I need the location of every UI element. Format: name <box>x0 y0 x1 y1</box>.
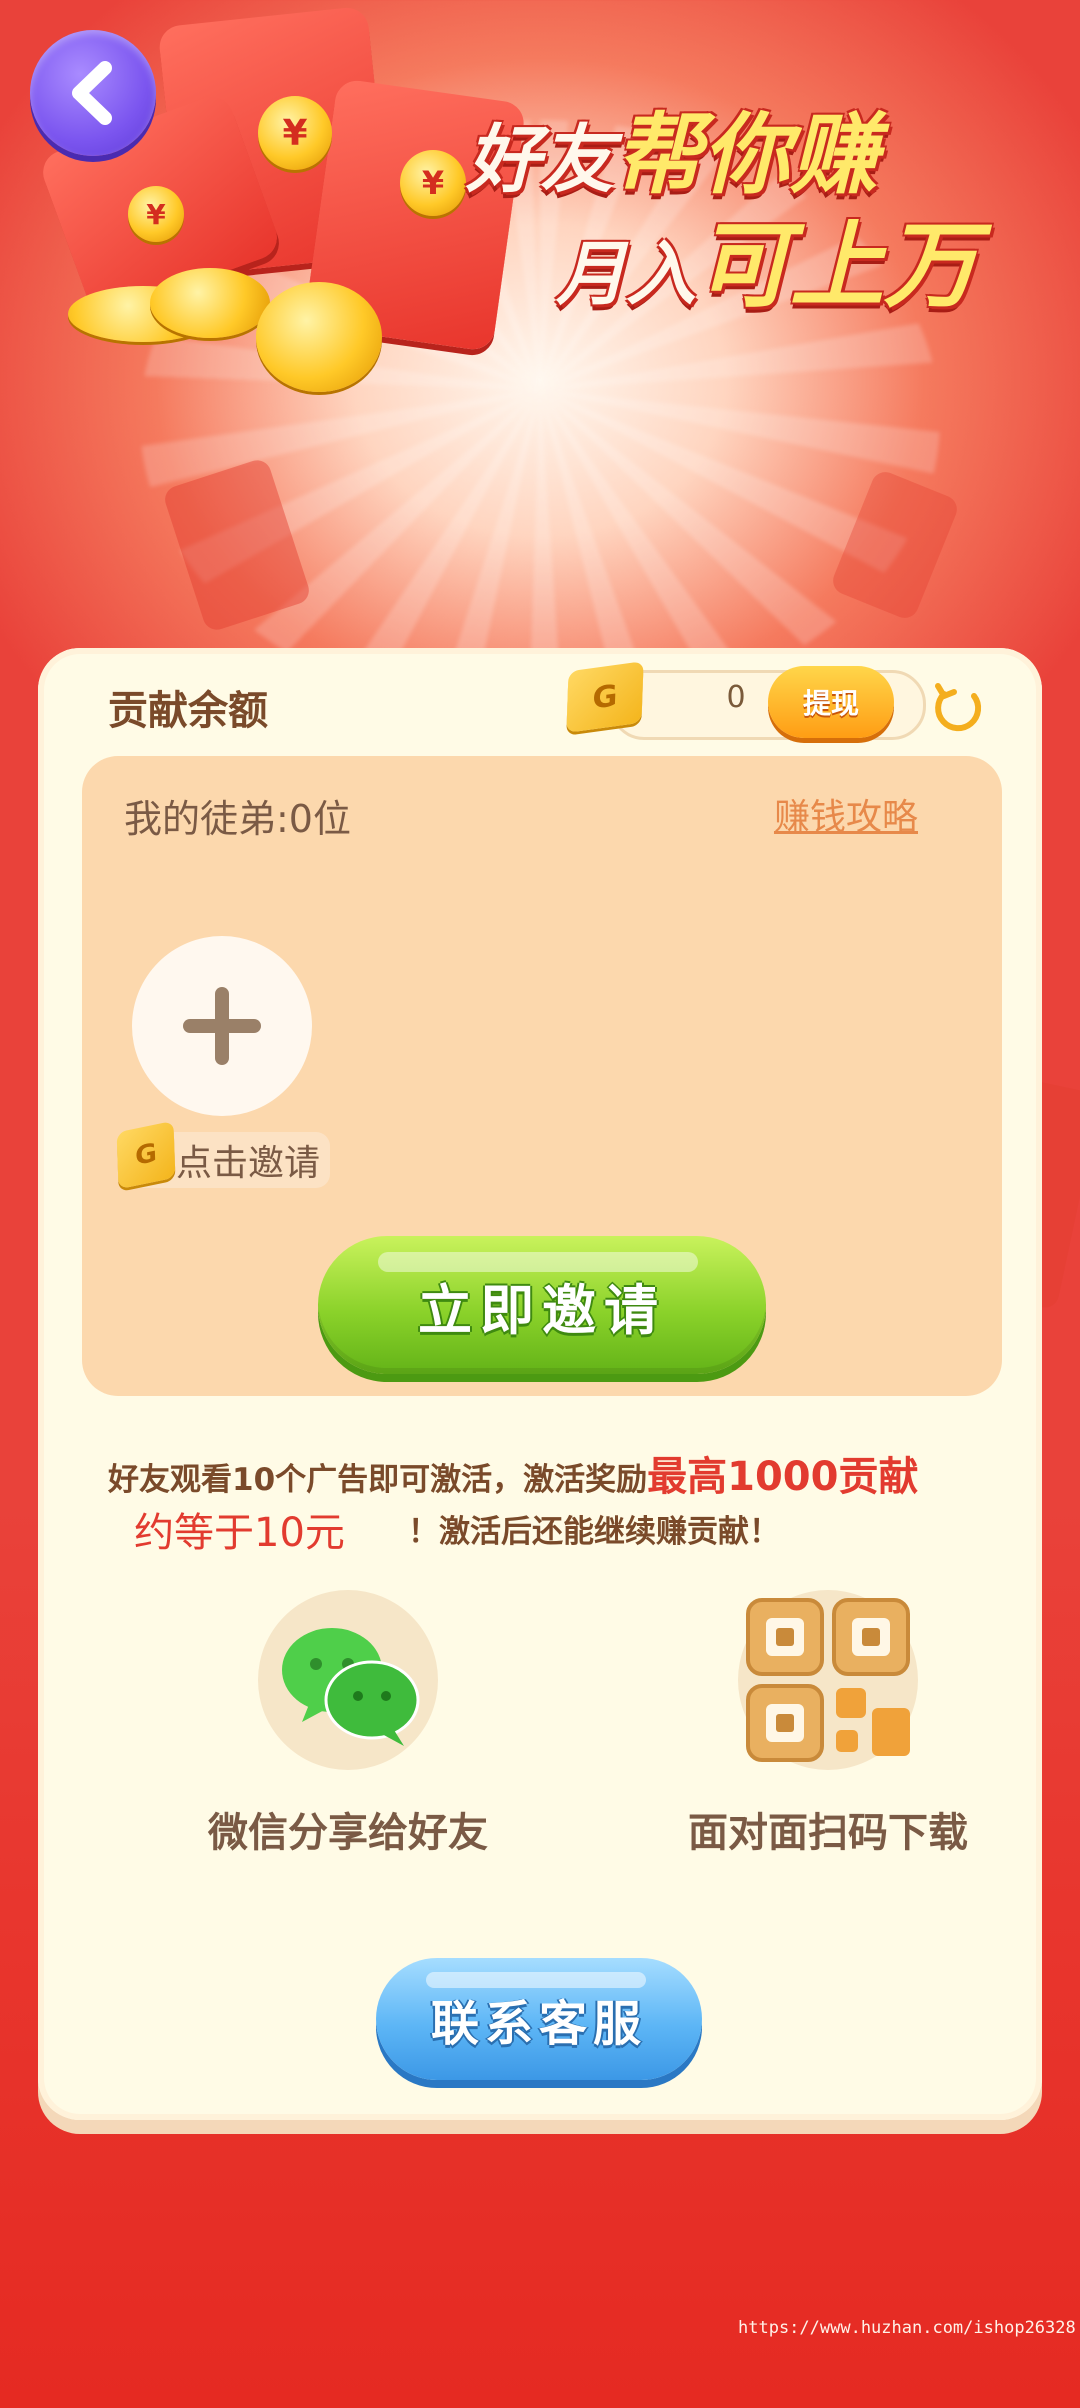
watermark-url: https://www.huzhan.com/ishop26328 <box>738 2318 1076 2338</box>
scan-qr-button[interactable]: 面对面扫码下载 <box>668 1590 988 1858</box>
headline-line2-a: 月入 <box>556 233 696 315</box>
reward-equivalent: 约等于10元 <box>134 1510 345 1556</box>
wechat-halo <box>258 1590 438 1770</box>
continue-earning-text: ！激活后还能继续赚贡献！ <box>408 1514 780 1550</box>
ticket-icon: G <box>116 1120 176 1190</box>
coin-icon: ¥ <box>400 150 466 216</box>
wechat-icon <box>282 1628 420 1746</box>
share-wechat-label: 微信分享给好友 <box>208 1810 488 1856</box>
invite-now-button[interactable]: 立即邀请 <box>318 1236 766 1374</box>
headline-line2-b: 可上万 <box>696 212 979 321</box>
activation-text: 好友观看10个广告即可激活，激活奖励 <box>108 1462 648 1498</box>
qr-halo <box>738 1590 918 1770</box>
refresh-icon[interactable] <box>930 680 986 736</box>
invite-tag-label: 点击邀请 <box>176 1143 321 1184</box>
qr-code-icon <box>746 1598 910 1762</box>
plus-icon <box>183 987 261 1065</box>
share-wechat-button[interactable]: 微信分享给好友 <box>188 1590 508 1858</box>
invite-card: 贡献余额 G 0 提现 我的徒弟:0位 赚钱攻略 G 点击邀请 立即邀请 好友观… <box>38 648 1042 2120</box>
activation-reward: 最高1000贡献 <box>647 1454 919 1500</box>
contact-service-label: 联系客服 <box>430 1996 647 2052</box>
chevron-left-icon <box>72 61 112 125</box>
activation-description: 好友观看10个广告即可激活，激活奖励最高1000贡献 <box>108 1444 918 1502</box>
strategy-link[interactable]: 赚钱攻略 <box>774 788 918 840</box>
back-button[interactable] <box>30 30 156 156</box>
withdraw-button[interactable]: 提现 <box>768 666 894 738</box>
coin-icon: ¥ <box>258 96 332 170</box>
invite-tag[interactable]: G 点击邀请 <box>116 1120 331 1190</box>
contact-service-button[interactable]: 联系客服 <box>376 1958 702 2080</box>
disciples-count: 我的徒弟:0位 <box>124 797 351 841</box>
coin-stack-icon <box>150 268 270 338</box>
ticket-icon: G <box>566 661 644 733</box>
headline-line2: 月入可上万 <box>556 190 978 326</box>
disciples-panel: 我的徒弟:0位 赚钱攻略 G 点击邀请 立即邀请 <box>82 756 1002 1396</box>
add-disciple-button[interactable] <box>132 936 312 1116</box>
invite-now-label: 立即邀请 <box>418 1278 666 1342</box>
scan-qr-label: 面对面扫码下载 <box>688 1810 968 1856</box>
coin-icon <box>256 282 382 392</box>
card-title: 贡献余额 <box>108 688 268 734</box>
coin-icon: ¥ <box>128 186 184 242</box>
